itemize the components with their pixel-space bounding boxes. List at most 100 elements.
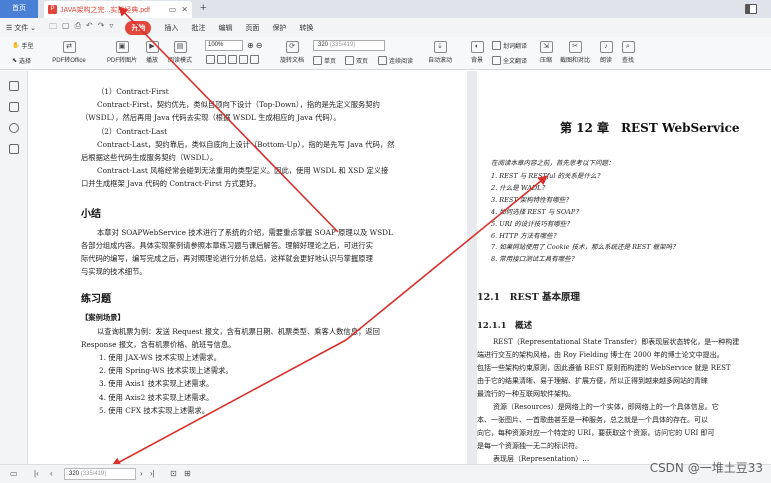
list-item: 5. URI 的设计技巧有哪些？ xyxy=(491,219,573,228)
continuous-read-button[interactable]: 连续阅读 xyxy=(378,56,413,65)
text-line: 资源（Resources）是网络上的一个实体，即网络上的一个具体信息。它 xyxy=(493,403,719,411)
zoom-in-icon[interactable]: ⊕ xyxy=(247,41,254,50)
text-line: 各部分组成内容。具体实现案例请参照本章练习题与课后解答。理解好理论之后，可进行实 xyxy=(81,240,373,250)
last-page-icon[interactable]: ›| xyxy=(150,469,155,478)
tab-bar: 首页 P JAVA架构之完...实战经典.pdf ▭ ✕ + xyxy=(0,0,771,18)
continuous-icon xyxy=(378,56,387,65)
list-item: 2. 使用 Spring-WS 技术实现上述需求。 xyxy=(99,366,233,376)
background-button[interactable]: ◐ 背景 xyxy=(466,41,488,64)
save-icon[interactable]: ▢ xyxy=(62,21,70,35)
tab-home[interactable]: 首页 xyxy=(0,0,38,18)
document-view[interactable]: （1）Contract-First Contract-First，契约优先，类似… xyxy=(29,71,771,464)
redo-icon[interactable]: ↷ xyxy=(98,21,105,35)
book-icon: ▤ xyxy=(173,41,187,53)
single-page-button[interactable]: 单页 xyxy=(313,56,336,65)
prev-page-icon[interactable]: ‹ xyxy=(50,469,53,478)
fit-icon[interactable]: ⊡ xyxy=(170,469,177,478)
text-line: 本章对 SOAPWebService 技术进行了系统的介绍，需要重点掌握 SOA… xyxy=(97,227,393,237)
pdf-to-image-button[interactable]: ▣ PDF转图片 xyxy=(104,41,140,64)
next-page-icon[interactable]: › xyxy=(140,469,143,478)
dropdown-icon[interactable]: ▿ xyxy=(109,21,113,35)
compress-icon: ⇲ xyxy=(539,41,553,53)
menu-file[interactable]: ☰ 文件 ⌄ xyxy=(6,23,36,33)
read-aloud-button[interactable]: ♪ 朗读 xyxy=(596,41,616,64)
first-page-icon[interactable]: |‹ xyxy=(34,469,39,478)
text-line: REST（Representational State Transfer）即表现… xyxy=(493,338,740,346)
new-tab-button[interactable]: + xyxy=(200,2,206,14)
double-page-button[interactable]: 双页 xyxy=(345,56,368,65)
text-line: Contract-Last 风格经常会碰到无法重用的类型定义。因此，使用 WSD… xyxy=(97,166,389,176)
monitor-icon[interactable]: ▭ xyxy=(169,5,177,14)
question-list: 1. REST 与 RESTful 的关系是什么？ 2. 什么是 WADL？ 3… xyxy=(491,171,679,266)
rotate-right-icon[interactable] xyxy=(250,55,259,64)
image-icon: ▣ xyxy=(115,41,129,53)
annotation-icon[interactable] xyxy=(9,144,19,154)
list-item: 5. 使用 CFX 技术实现上述需求。 xyxy=(99,405,210,415)
page-number-input[interactable]: 320 (335/419) xyxy=(313,40,385,51)
body-text: REST（Representational State Transfer）即表现… xyxy=(477,336,771,464)
print-icon[interactable]: ⎙ xyxy=(75,21,81,35)
list-item: 3. 使用 Axis1 技术实现上述需求。 xyxy=(99,379,214,389)
menu-page[interactable]: 页面 xyxy=(245,23,259,33)
text-line: 包括一些架构约束原则，因此遵循 REST 原则而构建的 WebService 就… xyxy=(477,364,731,372)
menu-insert[interactable]: 插入 xyxy=(164,23,178,33)
full-translate-button[interactable]: 全文翻译 xyxy=(492,56,527,65)
text-line: 际代码的编写，编写完成之后，再对照理论进行分析总结，这样就会更好地认识与掌握原理 xyxy=(81,254,373,264)
window-layout-icon[interactable] xyxy=(745,4,757,14)
double-page-icon xyxy=(345,56,354,65)
tab-document[interactable]: P JAVA架构之完...实战经典.pdf ▭ ✕ xyxy=(44,1,192,18)
zoom-out-icon[interactable]: ⊖ xyxy=(256,41,263,50)
compress-button[interactable]: ⇲ 压缩 xyxy=(536,41,556,64)
translate-doc-button[interactable]: 划词翻译 xyxy=(492,41,527,50)
read-mode-button[interactable]: ▤ 阅读模式 xyxy=(164,41,196,64)
open-folder-icon[interactable]: 🗀 xyxy=(49,21,57,35)
screenshot-icon: ✂ xyxy=(568,41,582,53)
case-label: 【案例场景】 xyxy=(81,313,125,323)
menu-start[interactable]: 开始 xyxy=(125,20,152,35)
actual-size-icon[interactable] xyxy=(228,55,237,64)
hand-tool[interactable]: ✋ 手型 xyxy=(12,41,34,50)
cursor-icon: ⬉ xyxy=(12,58,18,64)
fit-page-icon[interactable] xyxy=(206,55,215,64)
sidebar-toggle-icon[interactable]: ▭ xyxy=(10,469,18,478)
menu-annotate[interactable]: 批注 xyxy=(191,23,205,33)
list-item: 1. REST 与 RESTful 的关系是什么？ xyxy=(491,172,603,180)
rotate-left-icon[interactable] xyxy=(239,55,248,64)
text-line: 与实现的技术细节。 xyxy=(81,267,147,277)
undo-icon[interactable]: ↶ xyxy=(86,21,93,35)
translate-icon xyxy=(492,41,501,50)
left-sidebar xyxy=(0,71,28,464)
select-tool[interactable]: ⬉ 选择 xyxy=(12,56,31,65)
close-icon[interactable]: ✕ xyxy=(181,5,188,14)
screenshot-compare-button[interactable]: ✂ 截图和对比 xyxy=(558,41,592,64)
left-page: （1）Contract-First Contract-First，契约优先，类似… xyxy=(81,85,463,417)
zoom-select[interactable]: 100% xyxy=(205,40,243,51)
page-gap xyxy=(467,71,477,464)
section-heading: 12.1 REST 基本原理 xyxy=(477,292,581,303)
status-page-input[interactable]: 320 (335/419) xyxy=(64,468,136,480)
play-button[interactable]: ▶ 播放 xyxy=(142,41,162,64)
attachment-icon[interactable] xyxy=(9,123,19,133)
text-line: （2）Contract-Last xyxy=(97,126,168,136)
pdf-file-icon: P xyxy=(48,5,57,14)
menu-convert[interactable]: 转换 xyxy=(299,23,313,33)
text-line: 后根据这些代码生成服务契约（WSDL）。 xyxy=(81,153,218,163)
fit-width-icon[interactable] xyxy=(217,55,226,64)
add-page-icon[interactable]: ⊞ xyxy=(184,469,191,478)
rotate-doc-button[interactable]: ⟳ 旋转文档 xyxy=(276,41,308,64)
find-button[interactable]: ⌕ 查找 xyxy=(618,41,638,64)
menu-edit[interactable]: 编辑 xyxy=(218,23,232,33)
list-item: 3. REST 架构特性有哪些？ xyxy=(491,195,572,204)
thumbnail-icon[interactable] xyxy=(9,102,19,112)
text-line: （WSDL），然后再用 Java 代码去实现（根据 WSDL 生成相应的 Jav… xyxy=(81,113,341,123)
list-item: 8. 常用接口测试工具有哪些？ xyxy=(491,255,578,264)
view-tools xyxy=(206,55,259,64)
pdf-to-office-button[interactable]: ⇄ PDF转Office xyxy=(52,41,86,64)
bookmark-icon[interactable] xyxy=(9,81,19,91)
auto-scroll-button[interactable]: ⇣ 自动滚动 xyxy=(424,41,456,64)
menu-protect[interactable]: 保护 xyxy=(272,23,286,33)
pdf-to-office-icon: ⇄ xyxy=(62,41,76,53)
menu-file-label: 文件 xyxy=(14,24,29,32)
exercise-list: 1. 使用 JAX-WS 技术实现上述需求。 2. 使用 Spring-WS 技… xyxy=(81,351,463,417)
speaker-icon: ♪ xyxy=(599,41,613,53)
